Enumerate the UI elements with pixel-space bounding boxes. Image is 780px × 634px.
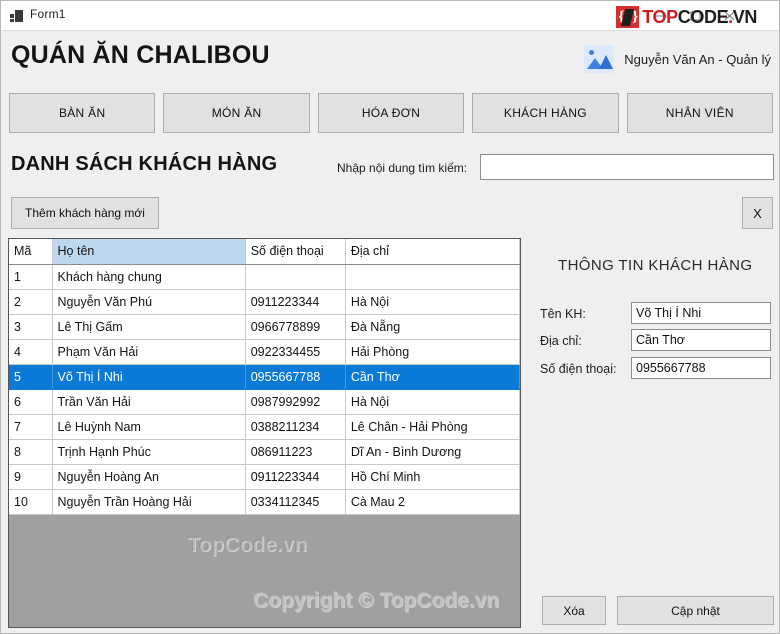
cell-sdt[interactable]: 0334112345 <box>245 489 346 515</box>
cell-ma[interactable]: 1 <box>9 264 53 290</box>
cell-hoten[interactable]: Nguyễn Hoàng An <box>52 464 246 490</box>
column-header-sdt[interactable]: Số điện thoại <box>245 239 346 265</box>
table-body: 1 Khách hàng chung 2 Nguyễn Văn Phú 09112233… <box>9 264 520 515</box>
cell-diachi[interactable]: Cần Thơ <box>345 364 520 390</box>
cell-hoten[interactable]: Nguyễn Văn Phú <box>52 289 246 315</box>
nav-item-ban-an[interactable]: BÀN ĂN <box>9 93 156 133</box>
nav-item-mon-an[interactable]: MÓN ĂN <box>163 93 310 133</box>
customer-grid[interactable]: Mã Họ tên Số điện thoại Địa chỉ 1 Khách h… <box>8 238 521 628</box>
window-title: Form1 <box>30 7 66 21</box>
cell-hoten[interactable]: Phạm Văn Hải <box>52 339 246 365</box>
app-header: QUÁN ĂN CHALIBOU Nguyễn Văn An - Quản lý <box>1 31 779 87</box>
table-row[interactable]: 7 Lê Huỳnh Nam 0388211234 Lê Chân - Hải Phò… <box>9 414 520 440</box>
update-button[interactable]: Cập nhật <box>617 596 774 625</box>
cell-diachi[interactable]: Đà Nẵng <box>345 314 520 340</box>
detail-panel-title: THÔNG TIN KHÁCH HÀNG <box>558 257 753 274</box>
form-icon <box>10 10 23 22</box>
column-header-diachi[interactable]: Địa chỉ <box>345 239 520 265</box>
table-header-row: Mã Họ tên Số điện thoại Địa chỉ <box>9 239 520 265</box>
nav-item-hoa-don[interactable]: HÓA ĐƠN <box>317 93 465 133</box>
cell-diachi[interactable]: Hải Phòng <box>345 339 520 365</box>
page-title: QUÁN ĂN CHALIBOU <box>11 41 270 69</box>
logo-text-top: TOP <box>642 6 678 27</box>
label-ten-kh: Tên KH: <box>540 307 586 321</box>
user-name-label: Nguyễn Văn An - Quản lý <box>624 51 771 67</box>
search-input[interactable] <box>480 154 774 180</box>
table-row[interactable]: 4 Phạm Văn Hải 0922334455 Hải Phòng <box>9 339 520 365</box>
logo-mark-icon: {} <box>616 6 640 28</box>
logo-text-vn: VN <box>732 6 758 27</box>
input-dia-chi[interactable] <box>631 329 771 351</box>
column-header-hoten[interactable]: Họ tên <box>52 239 246 265</box>
column-header-ma[interactable]: Mã <box>9 239 53 265</box>
cell-diachi[interactable]: Lê Chân - Hải Phòng <box>345 414 520 440</box>
cell-ma[interactable]: 3 <box>9 314 53 340</box>
cell-sdt[interactable]: 0955667788 <box>245 364 346 390</box>
label-so-dien-thoai: Số điện thoại: <box>540 362 617 376</box>
cell-ma[interactable]: 4 <box>9 339 53 365</box>
cell-sdt[interactable]: 0966778899 <box>245 314 346 340</box>
cell-sdt[interactable] <box>245 264 346 290</box>
cell-sdt[interactable]: 0911223344 <box>245 289 346 315</box>
user-photo-icon <box>584 45 615 73</box>
section-title: DANH SÁCH KHÁCH HÀNG <box>11 153 278 175</box>
cell-ma[interactable]: 9 <box>9 464 53 490</box>
input-ten-kh[interactable] <box>631 302 771 324</box>
user-info[interactable]: Nguyễn Văn An - Quản lý <box>584 45 771 73</box>
cell-diachi[interactable]: Hà Nội <box>345 289 520 315</box>
cell-ma[interactable]: 5 <box>9 364 53 390</box>
cell-hoten[interactable]: Trần Văn Hải <box>52 389 246 415</box>
table-row[interactable]: 1 Khách hàng chung <box>9 264 520 290</box>
table-row[interactable]: 6 Trần Văn Hải 0987992992 Hà Nội <box>9 389 520 415</box>
cell-hoten[interactable]: Võ Thị Í Nhi <box>52 364 246 390</box>
customer-table: Mã Họ tên Số điện thoại Địa chỉ 1 Khách h… <box>9 239 520 515</box>
cell-diachi[interactable]: Dĩ An - Bình Dương <box>345 439 520 465</box>
search-label: Nhập nội dung tìm kiếm: <box>337 161 468 175</box>
logo-text-code: CODE <box>677 6 729 27</box>
cell-hoten[interactable]: Lê Huỳnh Nam <box>52 414 246 440</box>
watermark-grid: TopCode.vn <box>187 533 307 556</box>
cell-hoten[interactable]: Trịnh Hạnh Phúc <box>52 439 246 465</box>
table-row[interactable]: 5 Võ Thị Í Nhi 0955667788 Cần Thơ <box>9 364 520 390</box>
label-dia-chi: Địa chỉ: <box>540 334 582 348</box>
cell-ma[interactable]: 7 <box>9 414 53 440</box>
add-customer-button[interactable]: Thêm khách hàng mới <box>11 197 159 229</box>
title-bar: Form1 {} TOPCODE.VN <box>1 1 779 31</box>
cell-sdt[interactable]: 086911223 <box>245 439 346 465</box>
cell-ma[interactable]: 8 <box>9 439 53 465</box>
delete-button[interactable]: Xóa <box>542 596 606 625</box>
input-so-dien-thoai[interactable] <box>631 357 771 379</box>
cell-sdt[interactable]: 0987992992 <box>245 389 346 415</box>
table-row[interactable]: 2 Nguyễn Văn Phú 0911223344 Hà Nội <box>9 289 520 315</box>
cell-ma[interactable]: 2 <box>9 289 53 315</box>
cell-sdt[interactable]: 0911223344 <box>245 464 346 490</box>
cell-ma[interactable]: 6 <box>9 389 53 415</box>
cell-sdt[interactable]: 0922334455 <box>245 339 346 365</box>
clear-search-button[interactable]: X <box>742 197 773 229</box>
table-row[interactable]: 8 Trịnh Hạnh Phúc 086911223 Dĩ An - Bình Dư… <box>9 439 520 465</box>
cell-hoten[interactable]: Khách hàng chung <box>52 264 246 290</box>
cell-diachi[interactable]: Cà Mau 2 <box>345 489 520 515</box>
main-nav: BÀN ĂN MÓN ĂN HÓA ĐƠN KHÁCH HÀNG NHÂN VI… <box>9 93 774 133</box>
cell-hoten[interactable]: Nguyễn Trần Hoàng Hải <box>52 489 246 515</box>
nav-item-nhan-vien[interactable]: NHÂN VIÊN <box>626 93 774 133</box>
cell-diachi[interactable]: Hồ Chí Minh <box>345 464 520 490</box>
table-row[interactable]: 3 Lê Thị Gấm 0966778899 Đà Nẵng <box>9 314 520 340</box>
table-row[interactable]: 10 Nguyễn Trần Hoàng Hải 0334112345 Cà Mau … <box>9 489 520 515</box>
cell-hoten[interactable]: Lê Thị Gấm <box>52 314 246 340</box>
cell-diachi[interactable]: Hà Nội <box>345 389 520 415</box>
table-row[interactable]: 9 Nguyễn Hoàng An 0911223344 Hồ Chí Minh <box>9 464 520 490</box>
cell-diachi[interactable] <box>345 264 520 290</box>
logo-text: TOPCODE.VN <box>642 7 757 28</box>
cell-sdt[interactable]: 0388211234 <box>245 414 346 440</box>
topcode-logo: {} TOPCODE.VN <box>616 6 757 28</box>
nav-item-khach-hang[interactable]: KHÁCH HÀNG <box>472 93 619 133</box>
cell-ma[interactable]: 10 <box>9 489 53 515</box>
application-window: Form1 {} TOPCODE.VN QUÁN ĂN CHALIBOU Ngu… <box>0 0 780 634</box>
